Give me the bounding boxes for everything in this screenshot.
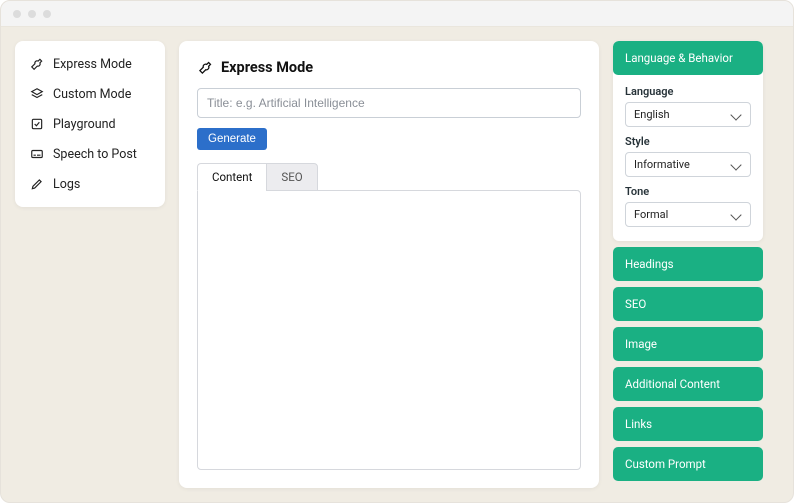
- accordion-header-custom-prompt[interactable]: Custom Prompt: [613, 447, 763, 481]
- accordion-header-image[interactable]: Image: [613, 327, 763, 361]
- sidebar: Express Mode Custom Mode Playground Spee…: [15, 41, 165, 207]
- collapsed-sections: Headings SEO Image Additional Content Li…: [613, 247, 763, 481]
- field-label-style: Style: [625, 135, 751, 148]
- field-label-tone: Tone: [625, 185, 751, 198]
- sidebar-item-express-mode[interactable]: Express Mode: [21, 49, 159, 79]
- window-dot: [28, 10, 36, 18]
- language-select[interactable]: English: [625, 102, 751, 127]
- layers-icon: [29, 86, 45, 102]
- accordion-header-links[interactable]: Links: [613, 407, 763, 441]
- main-header: Express Mode: [197, 59, 581, 76]
- sidebar-item-label: Express Mode: [53, 57, 132, 72]
- tone-select[interactable]: Formal: [625, 202, 751, 227]
- titlebar: [1, 1, 793, 27]
- field-label-language: Language: [625, 85, 751, 98]
- wrench-icon: [29, 56, 45, 72]
- tab-content[interactable]: Content: [197, 163, 266, 191]
- sidebar-item-custom-mode[interactable]: Custom Mode: [21, 79, 159, 109]
- title-input[interactable]: [197, 88, 581, 118]
- sidebar-item-label: Playground: [53, 117, 116, 132]
- sidebar-item-label: Custom Mode: [53, 87, 131, 102]
- accordion-header-headings[interactable]: Headings: [613, 247, 763, 281]
- accordion-header-seo[interactable]: SEO: [613, 287, 763, 321]
- select-value: Formal: [634, 208, 668, 221]
- sidebar-item-logs[interactable]: Logs: [21, 169, 159, 199]
- generate-button[interactable]: Generate: [197, 128, 267, 150]
- wrench-icon: [197, 60, 213, 76]
- sidebar-item-label: Speech to Post: [53, 147, 137, 162]
- subtitle-icon: [29, 146, 45, 162]
- accordion-header-additional-content[interactable]: Additional Content: [613, 367, 763, 401]
- workspace: Express Mode Custom Mode Playground Spee…: [1, 27, 793, 502]
- accordion-header-language-behavior[interactable]: Language & Behavior: [613, 41, 763, 75]
- window-dot: [43, 10, 51, 18]
- content-editor[interactable]: [197, 190, 581, 470]
- window-dot: [13, 10, 21, 18]
- chevron-down-icon: [730, 209, 741, 220]
- sidebar-item-label: Logs: [53, 177, 80, 192]
- tab-seo[interactable]: SEO: [266, 163, 317, 191]
- accordion-body: Language English Style Informative Tone …: [613, 75, 763, 241]
- settings-panel: Language & Behavior Language English Sty…: [613, 41, 763, 488]
- pen-icon: [29, 176, 45, 192]
- style-select[interactable]: Informative: [625, 152, 751, 177]
- chevron-down-icon: [730, 109, 741, 120]
- select-value: Informative: [634, 158, 690, 171]
- page-title: Express Mode: [221, 59, 313, 76]
- settings-section-language-behavior: Language & Behavior Language English Sty…: [613, 41, 763, 241]
- sidebar-item-speech-to-post[interactable]: Speech to Post: [21, 139, 159, 169]
- chevron-down-icon: [730, 159, 741, 170]
- select-value: English: [634, 108, 670, 121]
- tab-bar: Content SEO: [197, 162, 581, 190]
- main-panel: Express Mode Generate Content SEO: [179, 41, 599, 488]
- sidebar-item-playground[interactable]: Playground: [21, 109, 159, 139]
- app-window: Express Mode Custom Mode Playground Spee…: [0, 0, 794, 503]
- checkbox-icon: [29, 116, 45, 132]
